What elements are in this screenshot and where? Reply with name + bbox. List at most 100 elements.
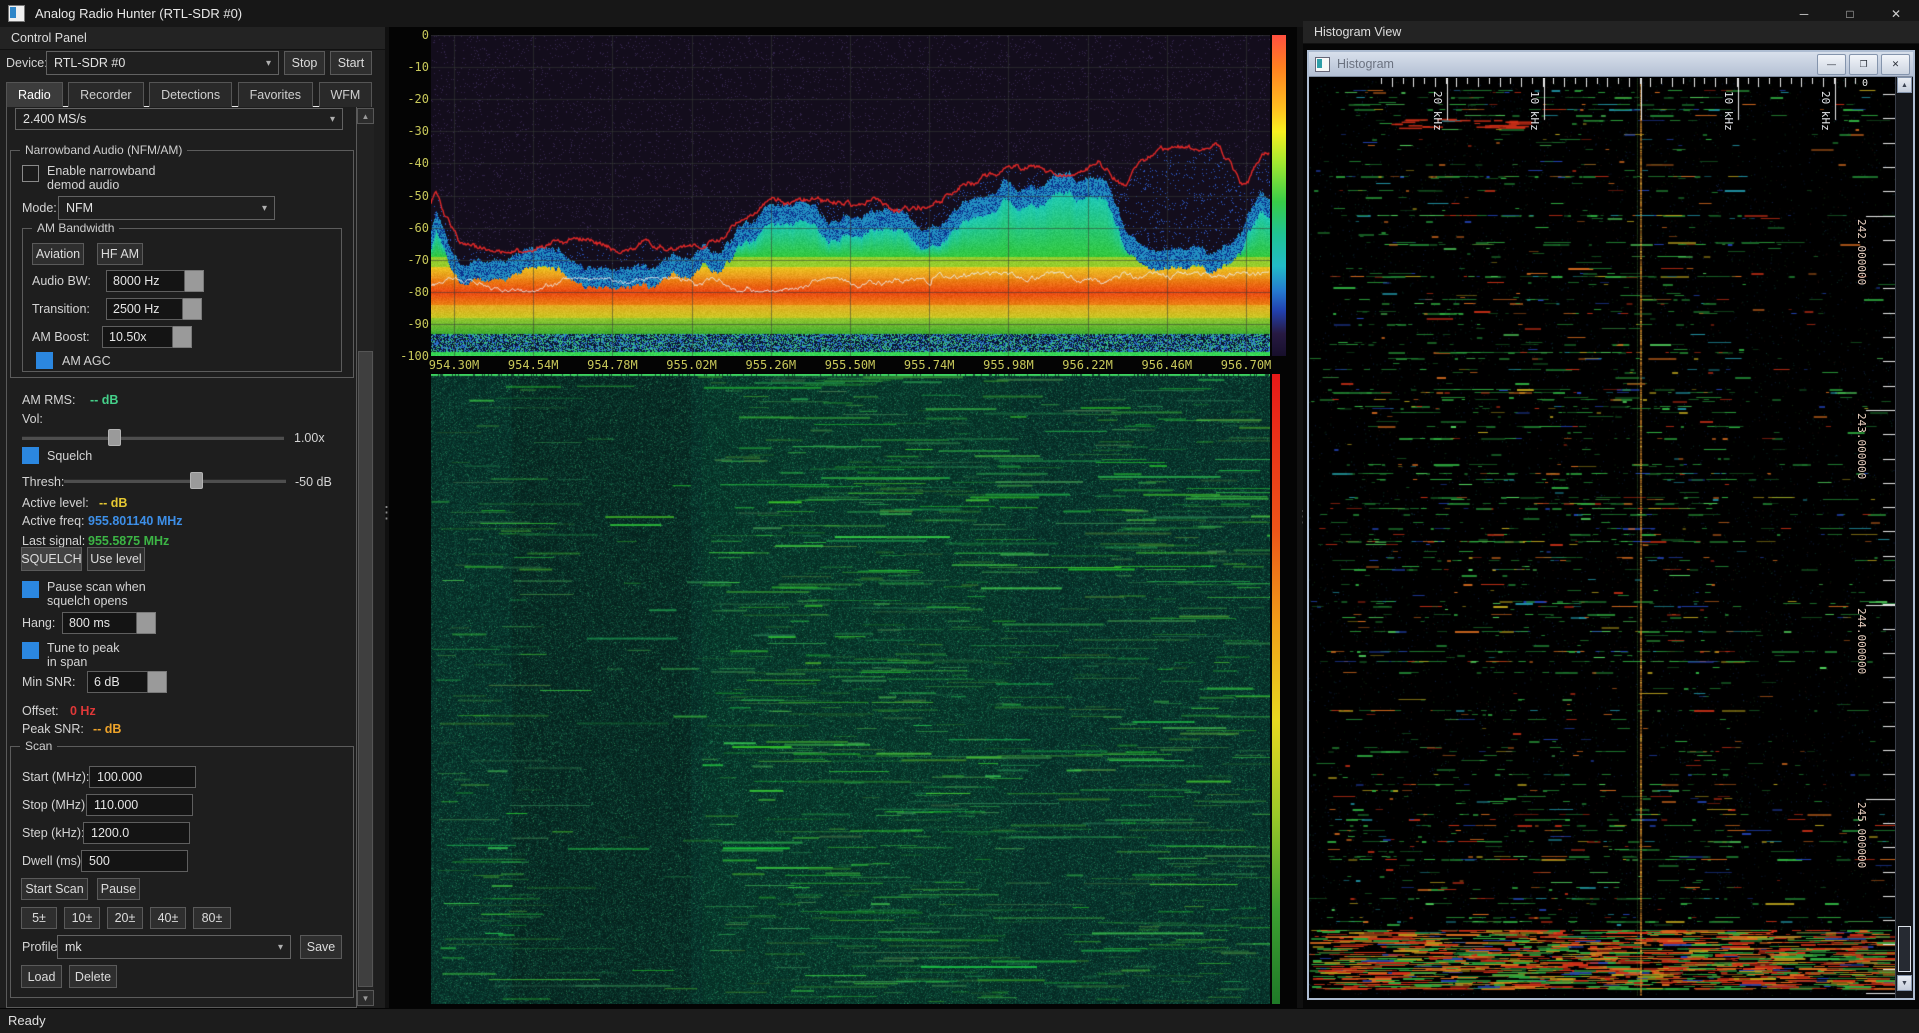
am-rms-label: AM RMS: [22,393,76,407]
tune-to-peak-checkbox[interactable] [22,642,39,659]
mode-value: NFM [66,201,94,215]
delete-button[interactable]: Delete [69,965,117,988]
min-snr-spinner[interactable]: 6 dB [87,671,167,693]
sample-rate-select[interactable]: 2.400 MS/s ▾ [15,108,343,130]
span-20-button[interactable]: 20± [107,907,143,929]
narrowband-group-title: Narrowband Audio (NFM/AM) [20,143,188,157]
histogram-freq-label: 242.000000 [1855,219,1868,286]
aviation-button[interactable]: Aviation [32,243,84,265]
histogram-freq-label: 245.000000 [1855,802,1868,869]
scan-start-input[interactable] [89,766,196,788]
spin-buttons[interactable] [185,270,204,292]
control-panel-dock: Control Panel Device: RTL-SDR #0 ▾ Stop … [0,27,385,1008]
hf-am-button[interactable]: HF AM [97,243,143,265]
scroll-down-button[interactable]: ▼ [1897,975,1912,991]
tab-radio[interactable]: Radio [6,82,63,107]
histogram-plot[interactable] [1309,78,1896,996]
transition-spinner[interactable]: 2500 Hz [106,298,202,320]
vol-value: 1.00x [294,431,325,445]
scan-step-input[interactable] [83,822,190,844]
histogram-offset-label: 10 kHz [1722,91,1735,131]
spin-buttons[interactable] [173,326,192,348]
histogram-window: Histogram — ❐ ✕ 20 kHz 10 kHz 10 kHz 20 kHz… [1307,50,1915,1000]
use-level-button[interactable]: Use level [87,547,145,571]
active-level-label: Active level: [22,496,89,510]
histogram-offset-label: 10 kHz [1528,91,1541,131]
scroll-up-button[interactable]: ▲ [357,108,374,124]
pause-button[interactable]: Pause [97,878,140,900]
histogram-dock: Histogram View Histogram — ❐ ✕ 20 kHz 10 … [1303,21,1919,1008]
spin-buttons[interactable] [148,671,167,693]
tab-detections[interactable]: Detections [149,82,233,107]
squelch-button[interactable]: SQUELCH [21,547,82,571]
db-axis-tick: -20 [407,92,429,107]
spectrum-plot[interactable] [431,35,1270,356]
tune-to-peak-label2: in span [47,655,88,669]
spin-buttons[interactable] [183,298,202,320]
panel-scroll-thumb[interactable] [358,351,373,987]
am-boost-spinner[interactable]: 10.50x [102,326,192,348]
pause-scan-checkbox[interactable] [22,581,39,598]
start-scan-button[interactable]: Start Scan [21,878,88,900]
db-axis-tick: -50 [407,188,429,203]
profile-value: mk [65,940,82,954]
db-axis-tick: 0 [421,28,429,42]
threshold-slider-thumb[interactable] [190,472,203,489]
device-label: Device: [6,56,48,70]
hang-spinner[interactable]: 800 ms [62,612,156,634]
transition-label: Transition: [32,302,90,316]
histogram-minimize-icon[interactable]: — [1817,53,1846,75]
span-10-button[interactable]: 10± [64,907,100,929]
enable-narrowband-label2: demod audio [47,178,120,192]
peak-snr-value: -- dB [93,722,122,736]
device-select[interactable]: RTL-SDR #0 ▾ [46,51,279,75]
tab-recorder[interactable]: Recorder [68,82,144,107]
span-40-button[interactable]: 40± [150,907,186,929]
histogram-window-titlebar[interactable]: Histogram — ❐ ✕ [1309,52,1913,76]
scroll-up-button[interactable]: ▲ [1897,77,1912,93]
histogram-scroll-thumb[interactable] [1898,926,1911,972]
span-80-button[interactable]: 80± [193,907,231,929]
am-boost-value: 10.50x [102,326,173,348]
freq-axis-tick: 955.74M [903,358,955,372]
vol-label: Vol: [22,412,43,426]
mode-select[interactable]: NFM ▾ [58,196,275,220]
span-5-button[interactable]: 5± [21,907,57,929]
stop-button[interactable]: Stop [284,51,325,75]
enable-narrowband-checkbox[interactable] [22,165,39,182]
histogram-window-icon [1315,56,1330,72]
scan-stop-input[interactable] [86,794,193,816]
peak-snr-label: Peak SNR: [22,722,84,736]
db-axis-tick: -60 [407,220,429,235]
left-splitter-handle[interactable]: ⋮ [378,504,395,521]
start-button[interactable]: Start [330,51,372,75]
am-boost-label: AM Boost: [32,330,90,344]
thresh-value: -50 dB [295,475,332,489]
save-button[interactable]: Save [300,935,342,959]
freq-axis-tick: 956.46M [1141,358,1193,372]
threshold-slider[interactable] [64,472,286,489]
tab-wfm[interactable]: WFM [318,82,373,107]
scan-dwell-input[interactable] [81,850,188,872]
scroll-down-button[interactable]: ▼ [357,990,374,1006]
histogram-close-icon[interactable]: ✕ [1881,53,1910,75]
tab-favorites[interactable]: Favorites [237,82,314,107]
db-axis-tick: -10 [407,60,429,75]
histogram-restore-icon[interactable]: ❐ [1849,53,1878,75]
freq-axis-tick: 954.78M [587,358,638,372]
volume-slider-thumb[interactable] [108,429,121,446]
offset-value: 0 Hz [70,704,96,718]
chevron-down-icon: ▾ [329,113,335,125]
profile-select[interactable]: mk ▾ [57,935,291,959]
device-value: RTL-SDR #0 [54,56,126,70]
histogram-dock-title: Histogram View [1303,21,1919,44]
load-button[interactable]: Load [21,965,62,988]
audio-bw-spinner[interactable]: 8000 Hz [106,270,204,292]
spin-buttons[interactable] [137,612,156,634]
squelch-checkbox[interactable] [22,447,39,464]
min-snr-label: Min SNR: [22,675,76,689]
volume-slider[interactable] [22,429,284,446]
histogram-scrollbar[interactable]: ▲ ▼ [1895,77,1913,998]
am-agc-checkbox[interactable] [36,352,53,369]
waterfall-plot[interactable] [431,374,1270,1004]
